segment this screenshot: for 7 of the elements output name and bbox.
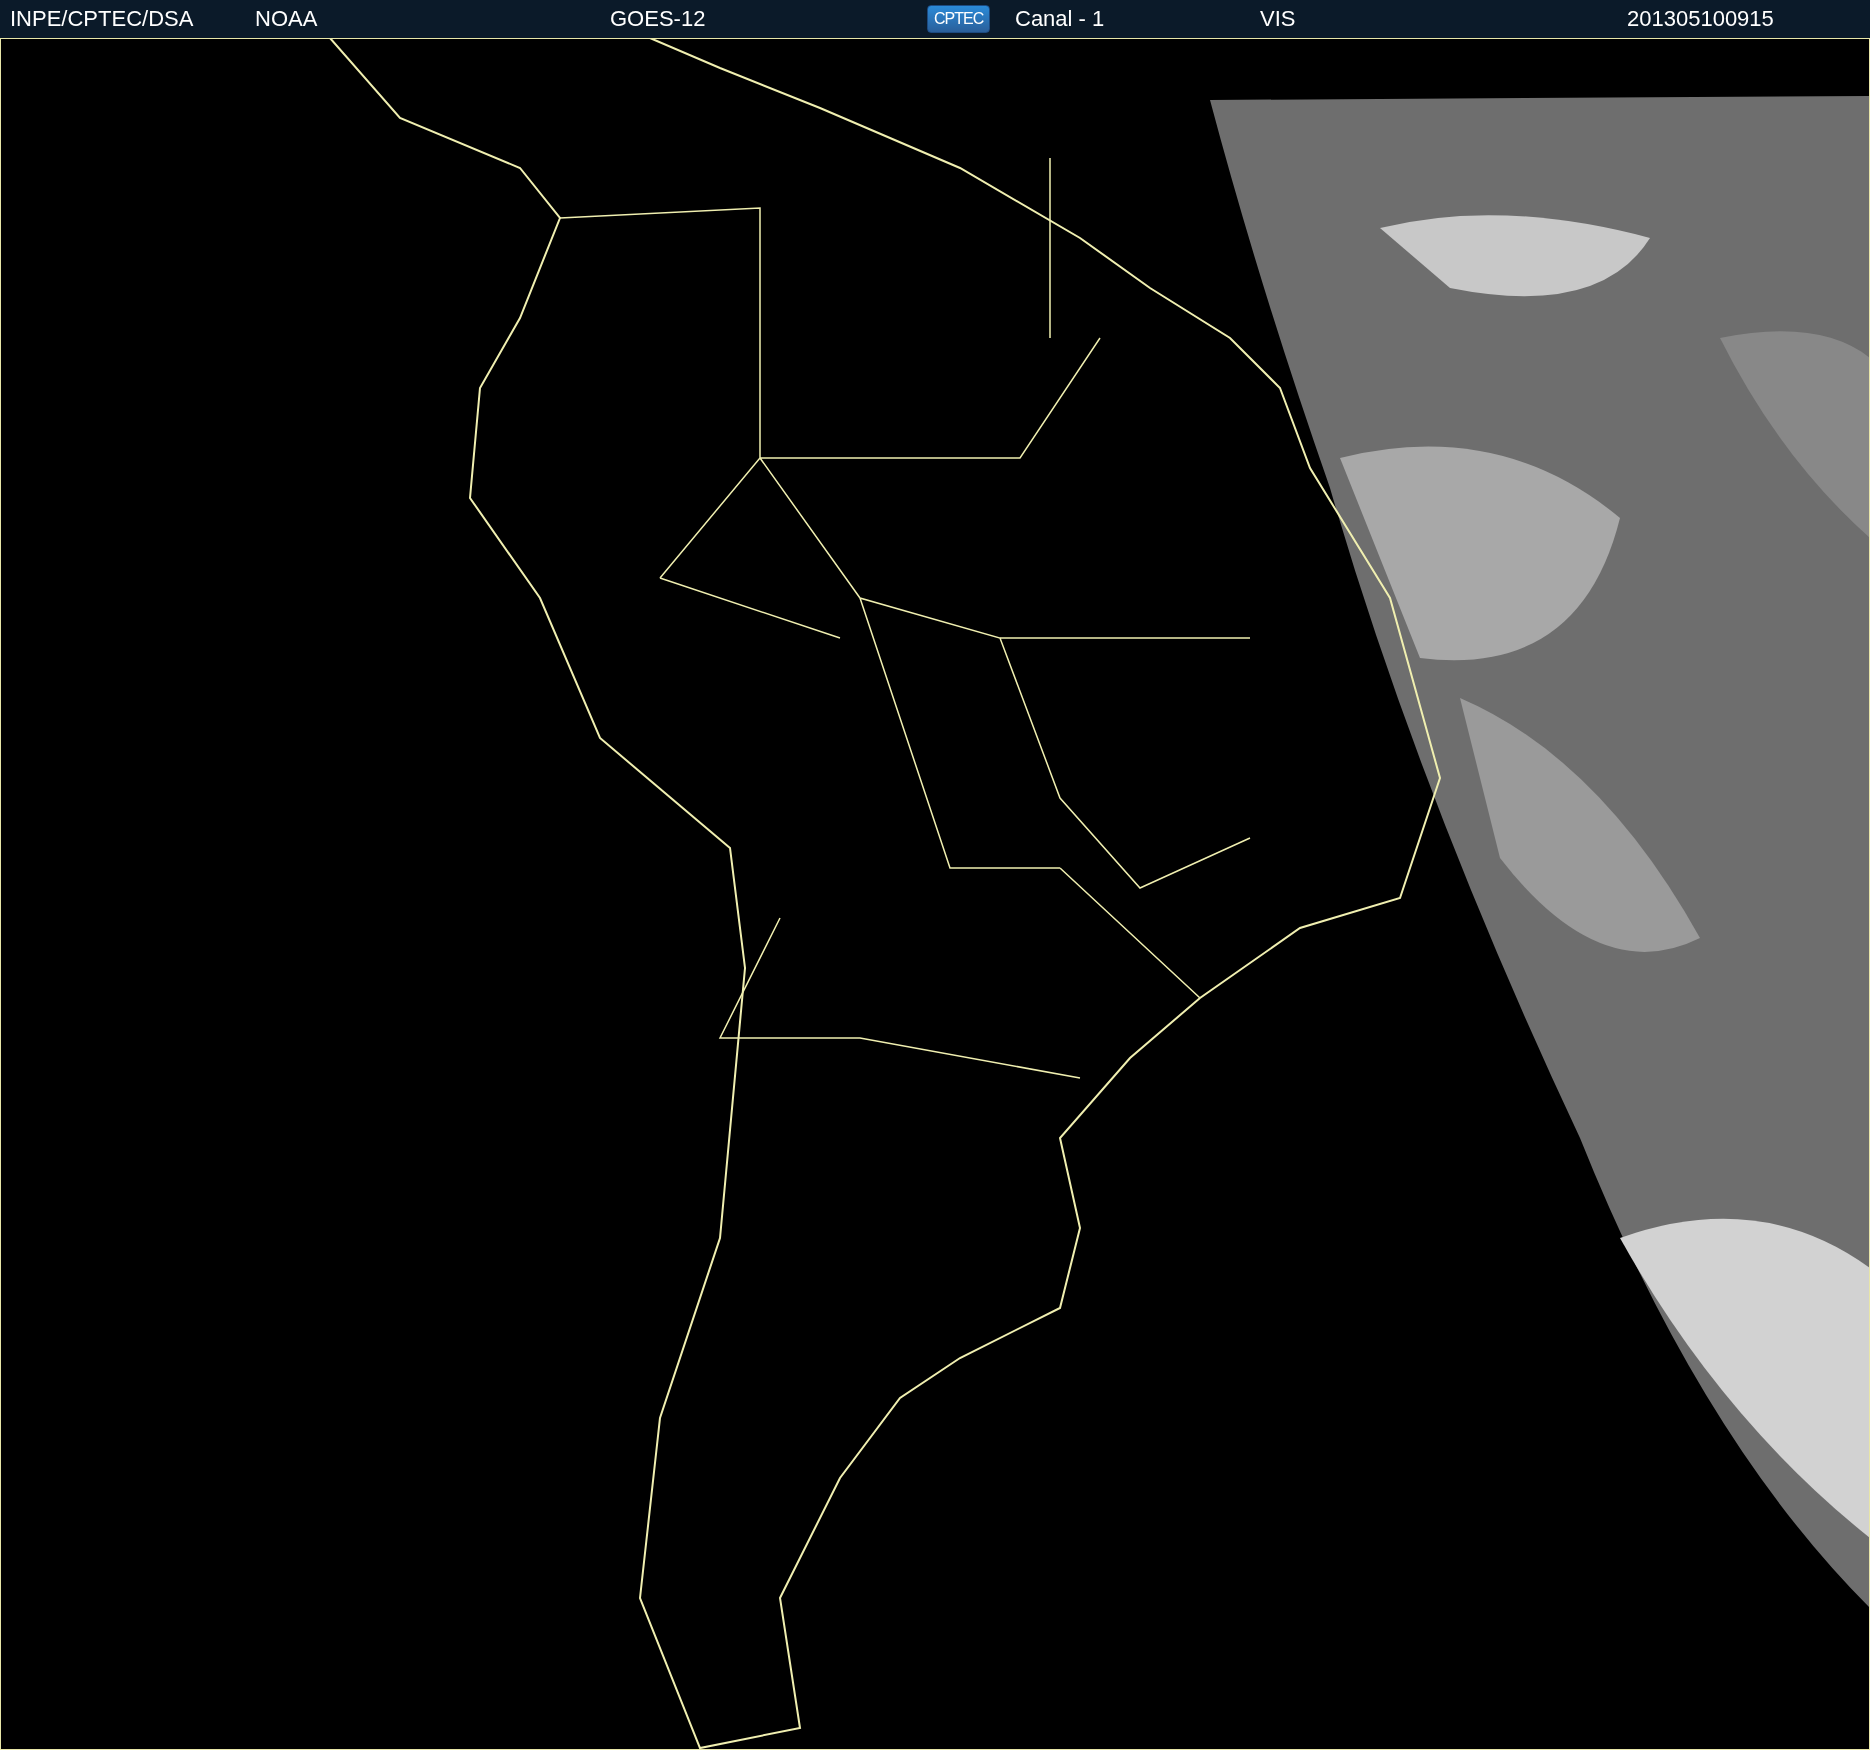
timestamp-label: 201305100915 (1627, 6, 1774, 32)
source-label: INPE/CPTEC/DSA (10, 6, 194, 32)
band-label: VIS (1260, 6, 1296, 32)
satellite-label: GOES-12 (610, 6, 706, 32)
channel-label: Canal - 1 (1015, 6, 1105, 32)
logo: CPTEC (927, 5, 991, 33)
agency-label: NOAA (255, 6, 318, 32)
